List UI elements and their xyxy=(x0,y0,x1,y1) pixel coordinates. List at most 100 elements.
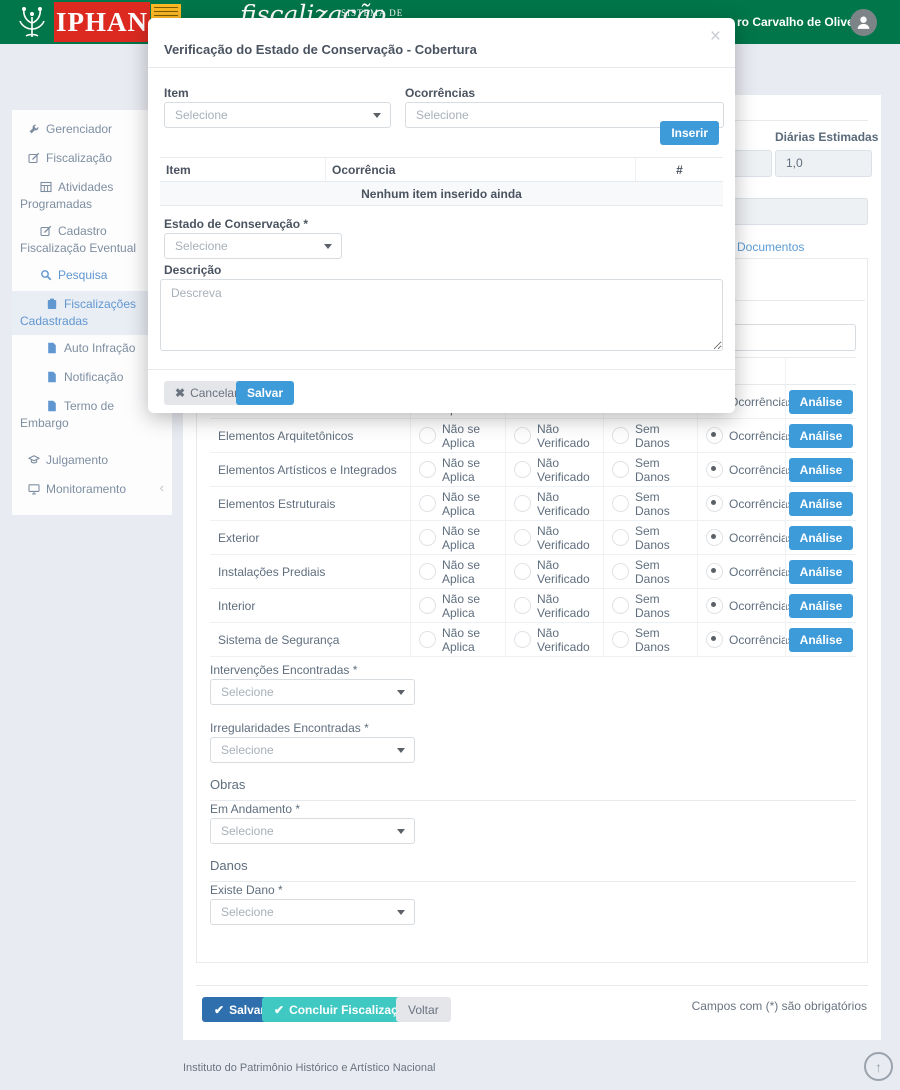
radio-icon[interactable] xyxy=(419,495,436,512)
radio-option-0[interactable]: Não se Aplica xyxy=(410,589,505,622)
radio-option-3[interactable]: Ocorrências xyxy=(697,555,785,588)
radio-icon[interactable] xyxy=(514,427,531,444)
analise-button[interactable]: Análise xyxy=(789,628,854,652)
radio-icon[interactable] xyxy=(612,597,629,614)
radio-option-0[interactable]: Não se Aplica xyxy=(410,555,505,588)
radio-icon[interactable] xyxy=(419,461,436,478)
radio-label: Não se Aplica xyxy=(442,626,505,654)
radio-icon[interactable] xyxy=(514,631,531,648)
diarias-input[interactable] xyxy=(775,150,872,177)
radio-option-3[interactable]: Ocorrências xyxy=(697,623,785,656)
radio-option-1[interactable]: Não Verificado xyxy=(505,487,603,520)
search-icon xyxy=(40,269,52,285)
scroll-top-button[interactable]: ↑ xyxy=(864,1052,893,1081)
analise-button[interactable]: Análise xyxy=(789,492,854,516)
radio-icon[interactable] xyxy=(419,529,436,546)
sidebar-item-julgamento[interactable]: Julgamento xyxy=(12,447,172,476)
radio-option-3[interactable]: Ocorrências xyxy=(697,487,785,520)
radio-option-1[interactable]: Não Verificado xyxy=(505,623,603,656)
radio-option-2[interactable]: Sem Danos xyxy=(603,589,697,622)
descricao-textarea[interactable] xyxy=(160,279,723,351)
radio-option-2[interactable]: Sem Danos xyxy=(603,623,697,656)
intervencoes-select[interactable]: Selecione xyxy=(210,679,415,705)
radio-option-1[interactable]: Não Verificado xyxy=(505,453,603,486)
radio-icon[interactable] xyxy=(706,597,723,614)
irregularidades-select[interactable]: Selecione xyxy=(210,737,415,763)
close-icon[interactable]: × xyxy=(710,26,721,48)
radio-label: Ocorrências xyxy=(729,565,794,579)
radio-icon[interactable] xyxy=(706,461,723,478)
radio-icon[interactable] xyxy=(419,597,436,614)
radio-option-2[interactable]: Sem Danos xyxy=(603,487,697,520)
radio-label: Ocorrências xyxy=(729,599,794,613)
radio-icon[interactable] xyxy=(612,631,629,648)
radio-option-2[interactable]: Sem Danos xyxy=(603,453,697,486)
radio-label: Não Verificado xyxy=(537,524,603,552)
modal-salvar-button[interactable]: Salvar xyxy=(236,381,294,405)
analise-button[interactable]: Análise xyxy=(789,526,854,550)
radio-option-3[interactable]: Ocorrências xyxy=(697,589,785,622)
radio-option-1[interactable]: Não Verificado xyxy=(505,589,603,622)
radio-icon[interactable] xyxy=(612,495,629,512)
em-andamento-select[interactable]: Selecione xyxy=(210,818,415,844)
table-row: Elementos Artísticos e IntegradosNão se … xyxy=(210,453,856,487)
estado-conservacao-select[interactable]: Selecione xyxy=(164,233,342,259)
footer-institution-text: Instituto do Patrimônio Histórico e Artí… xyxy=(183,1062,436,1074)
radio-icon[interactable] xyxy=(419,631,436,648)
radio-option-1[interactable]: Não Verificado xyxy=(505,419,603,452)
radio-option-2[interactable]: Sem Danos xyxy=(603,419,697,452)
radio-option-3[interactable]: Ocorrências xyxy=(697,419,785,452)
radio-icon[interactable] xyxy=(514,461,531,478)
analise-button[interactable]: Análise xyxy=(789,458,854,482)
chevron-left-icon[interactable]: ‹ xyxy=(160,480,164,495)
radio-option-1[interactable]: Não Verificado xyxy=(505,521,603,554)
radio-icon[interactable] xyxy=(612,563,629,580)
radio-icon[interactable] xyxy=(419,563,436,580)
radio-icon[interactable] xyxy=(419,427,436,444)
radio-option-0[interactable]: Não se Aplica xyxy=(410,453,505,486)
radio-label: Ocorrências xyxy=(729,429,794,443)
radio-option-0[interactable]: Não se Aplica xyxy=(410,623,505,656)
radio-label: Não Verificado xyxy=(537,490,603,518)
inserir-button[interactable]: Inserir xyxy=(660,121,719,145)
radio-option-2[interactable]: Sem Danos xyxy=(603,555,697,588)
radio-icon[interactable] xyxy=(612,461,629,478)
radio-icon[interactable] xyxy=(706,427,723,444)
radio-icon[interactable] xyxy=(612,427,629,444)
radio-label: Não se Aplica xyxy=(442,456,505,484)
radio-option-0[interactable]: Não se Aplica xyxy=(410,487,505,520)
radio-label: Não se Aplica xyxy=(442,592,505,620)
radio-icon[interactable] xyxy=(706,529,723,546)
radio-option-1[interactable]: Não Verificado xyxy=(505,555,603,588)
voltar-button[interactable]: Voltar xyxy=(396,997,451,1022)
user-avatar-button[interactable] xyxy=(850,9,877,36)
sidebar-item-label: Pesquisa xyxy=(58,268,107,282)
radio-icon[interactable] xyxy=(706,495,723,512)
existe-dano-select[interactable]: Selecione xyxy=(210,899,415,925)
estado-conservacao-label: Estado de Conservação * xyxy=(164,217,308,231)
radio-option-2[interactable]: Sem Danos xyxy=(603,521,697,554)
radio-icon[interactable] xyxy=(706,631,723,648)
radio-option-0[interactable]: Não se Aplica xyxy=(410,521,505,554)
radio-option-3[interactable]: Ocorrências xyxy=(697,521,785,554)
radio-label: Não se Aplica xyxy=(442,490,505,518)
sidebar-item-monitoramento[interactable]: Monitoramento‹ xyxy=(12,476,172,505)
analise-button[interactable]: Análise xyxy=(789,594,854,618)
radio-icon[interactable] xyxy=(514,495,531,512)
conservation-modal: Verificação do Estado de Conservação - C… xyxy=(148,18,735,413)
radio-icon[interactable] xyxy=(612,529,629,546)
radio-option-0[interactable]: Não se Aplica xyxy=(410,419,505,452)
radio-option-3[interactable]: Ocorrências xyxy=(697,453,785,486)
radio-icon[interactable] xyxy=(514,563,531,580)
radio-icon[interactable] xyxy=(514,529,531,546)
analise-button[interactable]: Análise xyxy=(789,390,854,414)
em-andamento-label: Em Andamento * xyxy=(210,802,300,816)
analise-button[interactable]: Análise xyxy=(789,560,854,584)
radio-icon[interactable] xyxy=(514,597,531,614)
radio-icon[interactable] xyxy=(706,563,723,580)
modal-item-select[interactable]: Selecione xyxy=(164,102,391,128)
radio-label: Ocorrências xyxy=(729,531,794,545)
descricao-label: Descrição xyxy=(164,263,221,277)
analise-button[interactable]: Análise xyxy=(789,424,854,448)
documentos-link[interactable]: Documentos xyxy=(737,240,804,254)
